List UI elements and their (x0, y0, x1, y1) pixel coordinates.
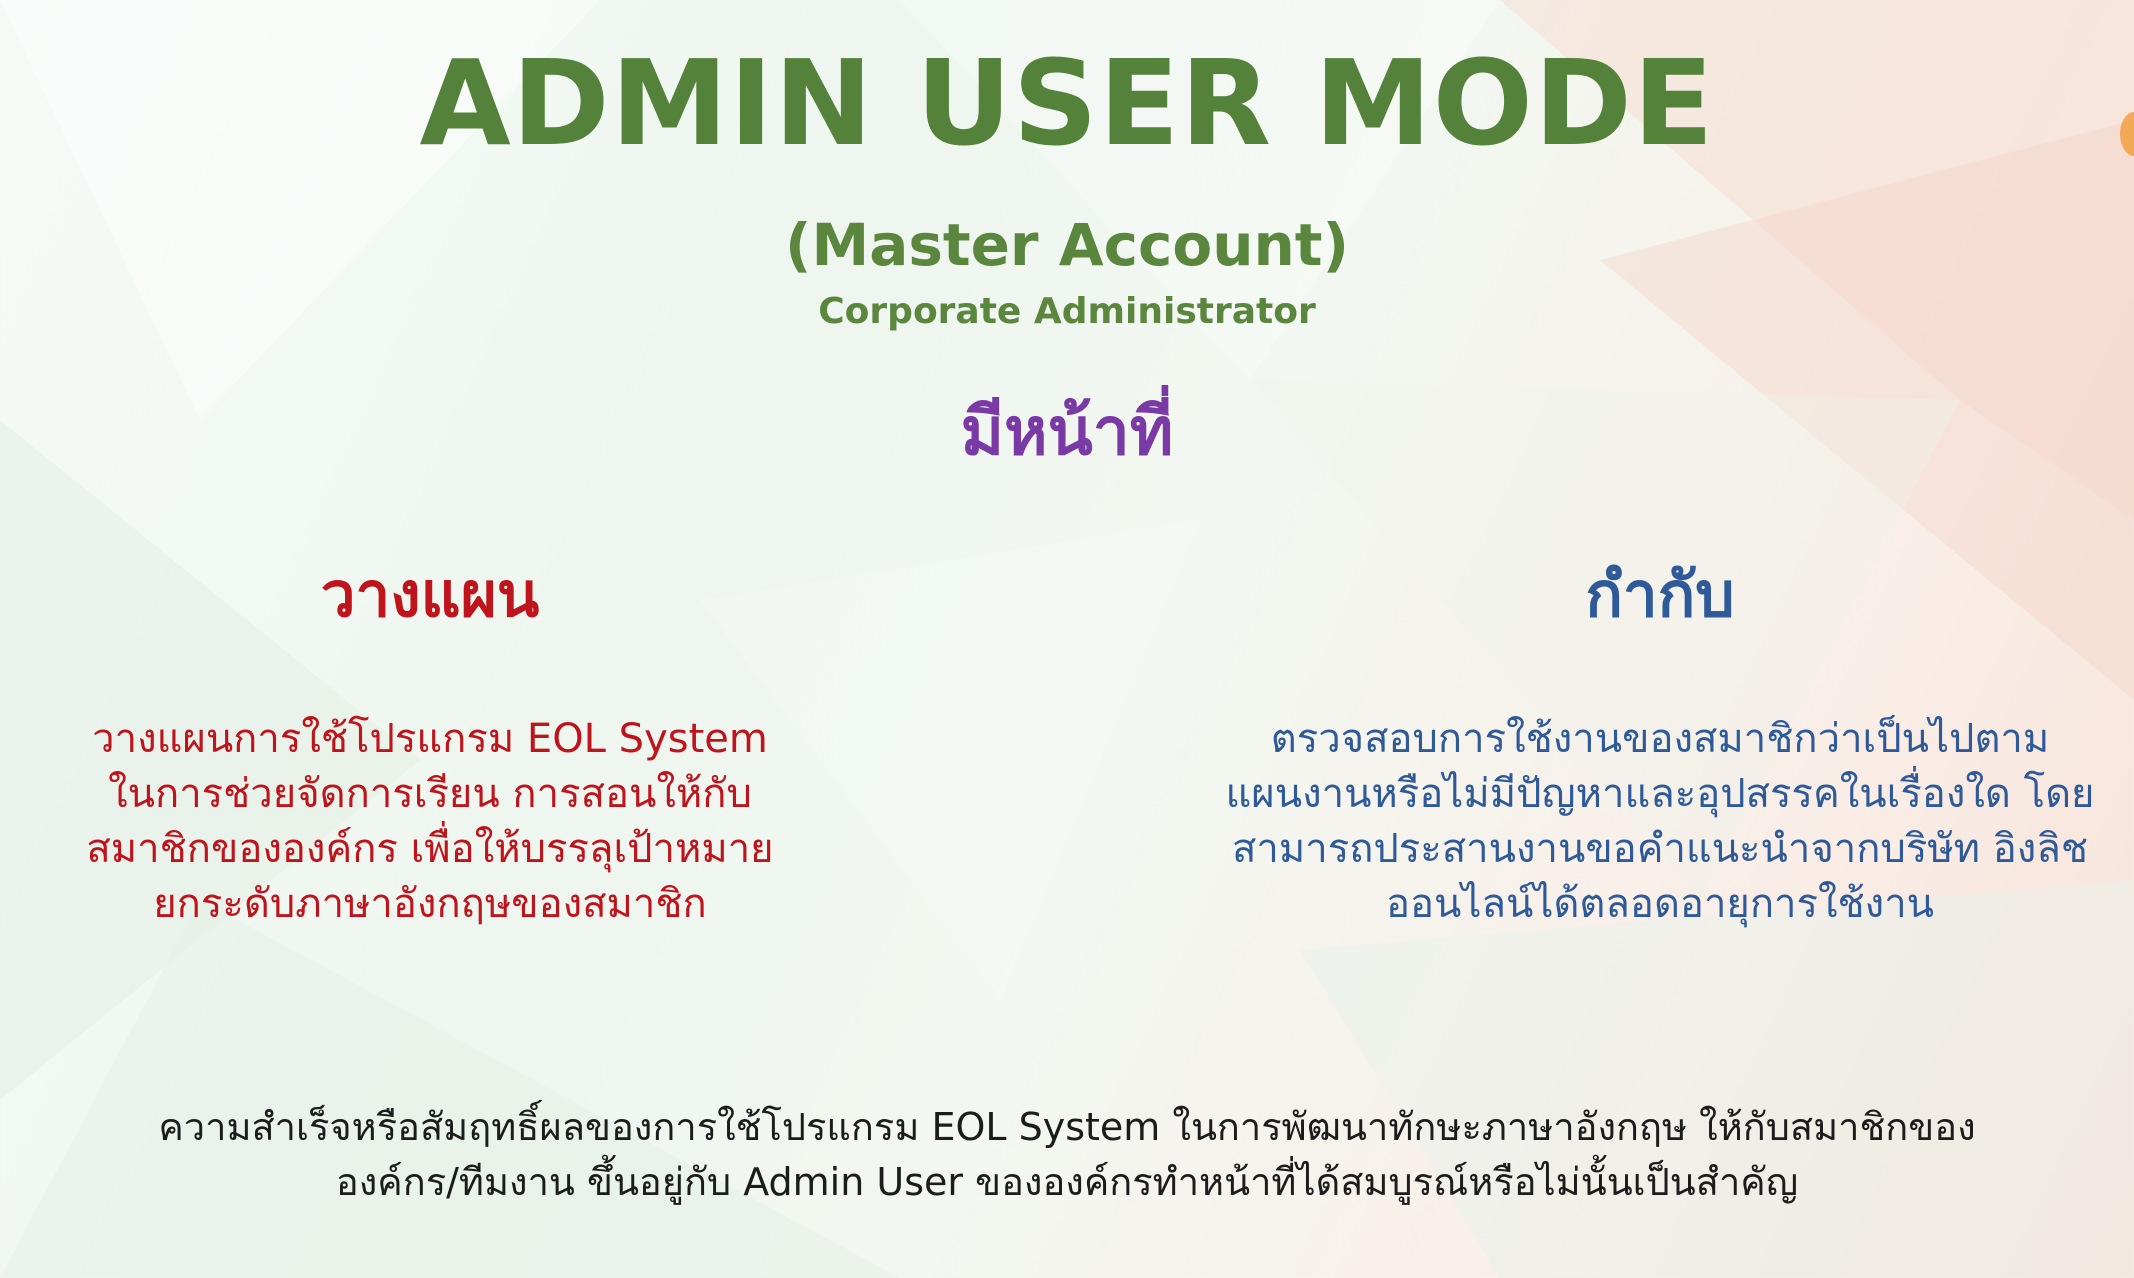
plan-line: ในการช่วยจัดการเรียน การสอนให้กับ (108, 771, 752, 817)
plan-heading: วางแผน (320, 558, 540, 631)
duty-heading: มีหน้าที่ (960, 393, 1174, 470)
footer-note: ความสำเร็จหรือสัมฤทธิ์ผลของการใช้โปรแกรม… (40, 1100, 2094, 1210)
control-line: ออนไลน์ได้ตลอดอายุการใช้งาน (1385, 881, 1935, 927)
control-description: ตรวจสอบการใช้งานของสมาชิกว่าเป็นไปตาม แผ… (1210, 712, 2110, 932)
footer-line: องค์กร/ทีมงาน ขึ้นอยู่กับ Admin User ของ… (335, 1160, 1799, 1204)
page-title: ADMIN USER MODE (419, 34, 1715, 172)
role-subtitle: Corporate Administrator (818, 291, 1316, 332)
control-heading: กำกับ (1585, 558, 1735, 631)
slide: ADMIN USER MODE (Master Account) Corpora… (0, 0, 2134, 1278)
control-line: ตรวจสอบการใช้งานของสมาชิกว่าเป็นไปตาม (1270, 716, 2050, 762)
account-subtitle: (Master Account) (784, 211, 1350, 279)
plan-line: สมาชิกขององค์กร เพื่อให้บรรลุเป้าหมาย (86, 826, 774, 872)
control-line: แผนงานหรือไม่มีปัญหาและอุปสรรคในเรื่องใด… (1225, 771, 2095, 817)
plan-description: วางแผนการใช้โปรแกรม EOL System ในการช่วย… (60, 712, 800, 932)
plan-line: วางแผนการใช้โปรแกรม EOL System (92, 716, 768, 762)
control-line: สามารถประสานงานขอคำแนะนำจากบริษัท อิงลิช (1232, 826, 2088, 872)
plan-line: ยกระดับภาษาอังกฤษของสมาชิก (153, 881, 707, 927)
footer-line: ความสำเร็จหรือสัมฤทธิ์ผลของการใช้โปรแกรม… (158, 1105, 1976, 1149)
